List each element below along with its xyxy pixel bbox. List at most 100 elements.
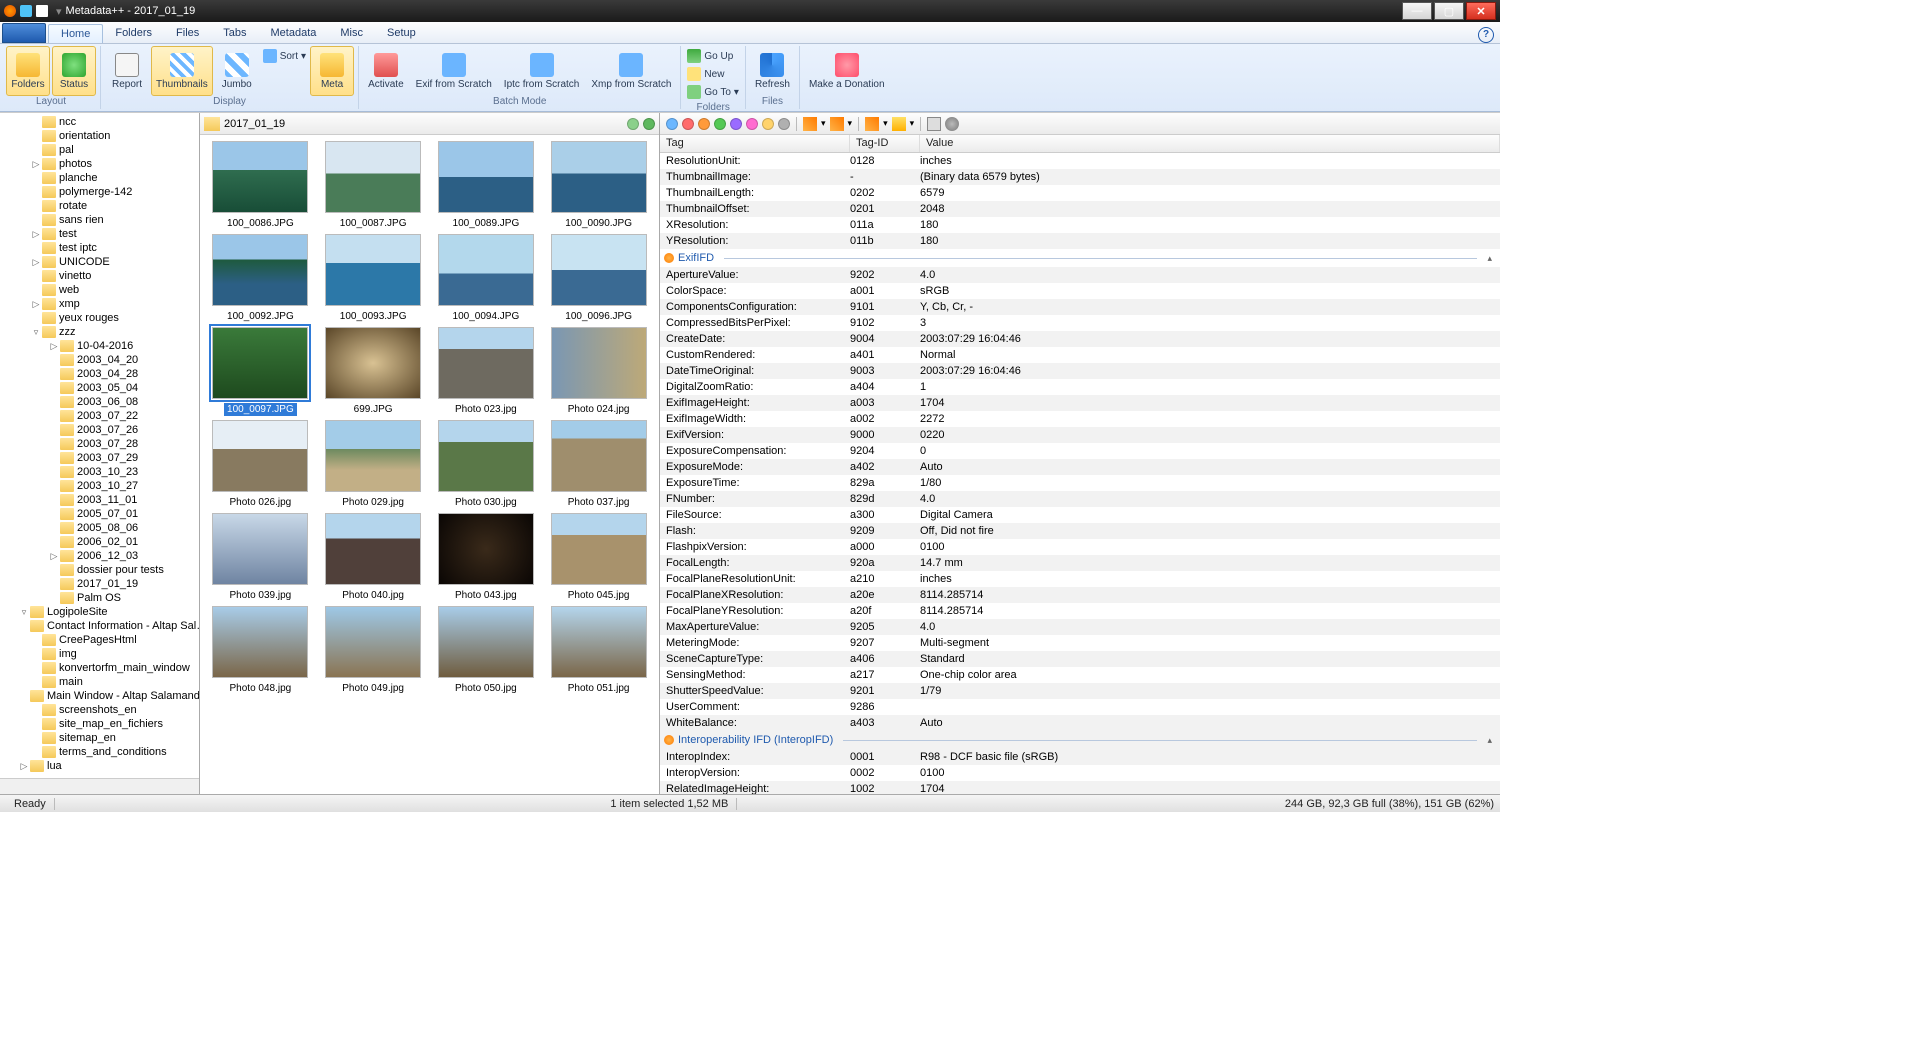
status-dot-icon[interactable] <box>643 118 655 130</box>
thumbnail-item[interactable]: Photo 026.jpg <box>206 420 315 509</box>
tree-item[interactable]: 2003_07_28 <box>0 437 199 451</box>
tree-item[interactable]: Main Window - Altap Salamand <box>0 689 199 703</box>
metadata-row[interactable]: MaxApertureValue:92054.0 <box>660 619 1500 635</box>
metadata-row[interactable]: CustomRendered:a401Normal <box>660 347 1500 363</box>
tree-item[interactable]: main <box>0 675 199 689</box>
tag-color-button[interactable] <box>730 118 742 130</box>
tree-item[interactable]: ▷10-04-2016 <box>0 339 199 353</box>
activate-button[interactable]: Activate <box>363 46 409 96</box>
refresh-button[interactable]: Refresh <box>750 46 795 96</box>
thumbnail-item[interactable]: 100_0089.JPG <box>432 141 541 230</box>
thumbnail-item[interactable]: 100_0097.JPG <box>206 327 315 416</box>
thumbnail-item[interactable]: 100_0087.JPG <box>319 141 428 230</box>
tree-item[interactable]: 2003_04_20 <box>0 353 199 367</box>
tab-setup[interactable]: Setup <box>375 24 428 43</box>
metadata-list[interactable]: ResolutionUnit:0128inchesThumbnailImage:… <box>660 153 1500 794</box>
tree-item[interactable]: Contact Information - Altap Sal… <box>0 619 199 633</box>
tree-item[interactable]: ▷UNICODE <box>0 255 199 269</box>
metadata-row[interactable]: UserComment:9286 <box>660 699 1500 715</box>
metadata-row[interactable]: FNumber:829d4.0 <box>660 491 1500 507</box>
thumbnails-button[interactable]: Thumbnails <box>151 46 213 96</box>
metadata-row[interactable]: ComponentsConfiguration:9101Y, Cb, Cr, - <box>660 299 1500 315</box>
print-button[interactable] <box>927 117 941 131</box>
thumbnail-item[interactable]: 100_0093.JPG <box>319 234 428 323</box>
metadata-row[interactable]: SceneCaptureType:a406Standard <box>660 651 1500 667</box>
thumbnail-item[interactable]: Photo 023.jpg <box>432 327 541 416</box>
thumbnail-item[interactable]: Photo 039.jpg <box>206 513 315 602</box>
tree-item[interactable]: 2006_02_01 <box>0 535 199 549</box>
folder-tree[interactable]: ncc orientation pal▷photos planche polym… <box>0 113 199 778</box>
tree-item[interactable]: ▷xmp <box>0 297 199 311</box>
metadata-row[interactable]: FocalLength:920a14.7 mm <box>660 555 1500 571</box>
metadata-row[interactable]: MeteringMode:9207Multi-segment <box>660 635 1500 651</box>
tree-item[interactable]: rotate <box>0 199 199 213</box>
tree-item[interactable]: 2003_10_23 <box>0 465 199 479</box>
tree-item[interactable]: ▷lua <box>0 759 199 773</box>
metadata-row[interactable]: CreateDate:90042003:07:29 16:04:46 <box>660 331 1500 347</box>
status-dot-icon[interactable] <box>627 118 639 130</box>
metadata-row[interactable]: YResolution:011b180 <box>660 233 1500 249</box>
tree-item[interactable]: 2003_07_22 <box>0 409 199 423</box>
thumbnail-item[interactable]: Photo 029.jpg <box>319 420 428 509</box>
donation-button[interactable]: Make a Donation <box>804 46 890 96</box>
metadata-row[interactable]: FocalPlaneYResolution:a20f8114.285714 <box>660 603 1500 619</box>
tree-item[interactable]: 2017_01_19 <box>0 577 199 591</box>
sort-menu[interactable]: Sort ▾ <box>261 46 308 66</box>
app-menu-button[interactable] <box>2 23 46 43</box>
tree-item[interactable]: 2003_05_04 <box>0 381 199 395</box>
thumbnail-item[interactable]: 100_0090.JPG <box>544 141 653 230</box>
new-button[interactable]: New <box>687 66 739 82</box>
metadata-row[interactable]: FocalPlaneResolutionUnit:a210inches <box>660 571 1500 587</box>
thumbnail-grid[interactable]: 100_0086.JPG100_0087.JPG100_0089.JPG100_… <box>200 135 659 794</box>
thumbnail-item[interactable]: 100_0094.JPG <box>432 234 541 323</box>
metadata-row[interactable]: ApertureValue:92024.0 <box>660 267 1500 283</box>
tree-item[interactable]: yeux rouges <box>0 311 199 325</box>
go-to-button[interactable]: Go To ▾ <box>687 84 739 100</box>
tree-item[interactable]: test iptc <box>0 241 199 255</box>
tree-h-scrollbar[interactable] <box>0 778 199 794</box>
tree-item[interactable]: polymerge-142 <box>0 185 199 199</box>
tree-item[interactable]: ▿zzz <box>0 325 199 339</box>
metadata-row[interactable]: ExifImageHeight:a0031704 <box>660 395 1500 411</box>
tree-item[interactable]: ▷test <box>0 227 199 241</box>
tree-item[interactable]: 2005_08_06 <box>0 521 199 535</box>
thumbnail-item[interactable]: Photo 049.jpg <box>319 606 428 695</box>
metadata-row[interactable]: Flash:9209Off, Did not fire <box>660 523 1500 539</box>
jumbo-button[interactable]: Jumbo <box>215 46 259 96</box>
meta-button[interactable]: Meta <box>310 46 354 96</box>
thumbnail-item[interactable]: Photo 045.jpg <box>544 513 653 602</box>
thumbnail-item[interactable]: Photo 048.jpg <box>206 606 315 695</box>
tree-item[interactable]: site_map_en_fichiers <box>0 717 199 731</box>
thumbnail-item[interactable]: Photo 050.jpg <box>432 606 541 695</box>
metadata-row[interactable]: ExposureCompensation:92040 <box>660 443 1500 459</box>
metadata-row[interactable]: ExifVersion:90000220 <box>660 427 1500 443</box>
metadata-row[interactable]: FileSource:a300Digital Camera <box>660 507 1500 523</box>
tag-color-button[interactable] <box>682 118 694 130</box>
thumbnail-item[interactable]: Photo 030.jpg <box>432 420 541 509</box>
thumbnail-item[interactable]: Photo 043.jpg <box>432 513 541 602</box>
window-minimize-button[interactable]: — <box>1402 2 1432 20</box>
status-button[interactable]: Status <box>52 46 96 96</box>
tree-item[interactable]: pal <box>0 143 199 157</box>
tree-item[interactable]: Palm OS <box>0 591 199 605</box>
tag-color-button[interactable] <box>714 118 726 130</box>
tag-color-button[interactable] <box>746 118 758 130</box>
header-value[interactable]: Value <box>920 135 1500 152</box>
metadata-row[interactable]: ExposureMode:a402Auto <box>660 459 1500 475</box>
metadata-row[interactable]: ResolutionUnit:0128inches <box>660 153 1500 169</box>
metadata-section-header[interactable]: ExifIFD▴ <box>660 249 1500 267</box>
tab-tabs[interactable]: Tabs <box>211 24 258 43</box>
metadata-section-header[interactable]: Interoperability IFD (InteropIFD)▴ <box>660 731 1500 749</box>
tag-color-button[interactable] <box>698 118 710 130</box>
thumbnail-item[interactable]: 100_0096.JPG <box>544 234 653 323</box>
thumbnail-item[interactable]: Photo 040.jpg <box>319 513 428 602</box>
toolbar-button[interactable] <box>803 117 817 131</box>
tree-item[interactable]: screenshots_en <box>0 703 199 717</box>
tree-item[interactable]: terms_and_conditions <box>0 745 199 759</box>
metadata-row[interactable]: RelatedImageHeight:10021704 <box>660 781 1500 794</box>
metadata-row[interactable]: FocalPlaneXResolution:a20e8114.285714 <box>660 587 1500 603</box>
thumbnail-item[interactable]: 100_0086.JPG <box>206 141 315 230</box>
metadata-row[interactable]: DigitalZoomRatio:a4041 <box>660 379 1500 395</box>
tree-item[interactable]: ▷photos <box>0 157 199 171</box>
tag-color-button[interactable] <box>778 118 790 130</box>
